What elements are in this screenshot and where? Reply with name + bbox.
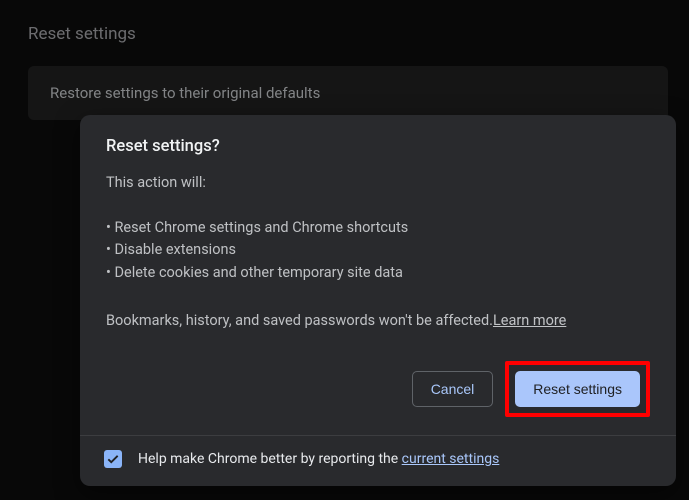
reset-settings-dialog: Reset settings? This action will: • Rese… (80, 115, 676, 486)
bullet-item: • Reset Chrome settings and Chrome short… (106, 217, 650, 239)
dialog-button-row: Cancel Reset settings (106, 361, 650, 417)
footer-text: Help make Chrome better by reporting the… (138, 451, 499, 467)
check-icon (106, 452, 120, 466)
dialog-footer: Help make Chrome better by reporting the… (80, 435, 676, 486)
bullet-item: • Disable extensions (106, 239, 650, 261)
current-settings-link[interactable]: current settings (402, 451, 500, 467)
bullet-text: Reset Chrome settings and Chrome shortcu… (115, 219, 409, 236)
cancel-button[interactable]: Cancel (412, 371, 494, 407)
modal-overlay: Reset settings? This action will: • Rese… (0, 0, 689, 500)
dialog-notice: Bookmarks, history, and saved passwords … (106, 310, 650, 332)
dialog-title: Reset settings? (106, 137, 650, 156)
highlight-annotation: Reset settings (505, 361, 650, 417)
report-settings-checkbox[interactable] (104, 450, 122, 468)
bullet-text: Delete cookies and other temporary site … (115, 264, 403, 281)
footer-text-prefix: Help make Chrome better by reporting the (138, 451, 402, 467)
dialog-bullet-list: • Reset Chrome settings and Chrome short… (106, 217, 650, 284)
bullet-item: • Delete cookies and other temporary sit… (106, 262, 650, 284)
notice-text: Bookmarks, history, and saved passwords … (106, 312, 493, 329)
bullet-text: Disable extensions (115, 241, 236, 258)
reset-settings-button[interactable]: Reset settings (515, 371, 640, 407)
dialog-intro: This action will: (106, 174, 650, 191)
learn-more-link[interactable]: Learn more (493, 312, 566, 329)
